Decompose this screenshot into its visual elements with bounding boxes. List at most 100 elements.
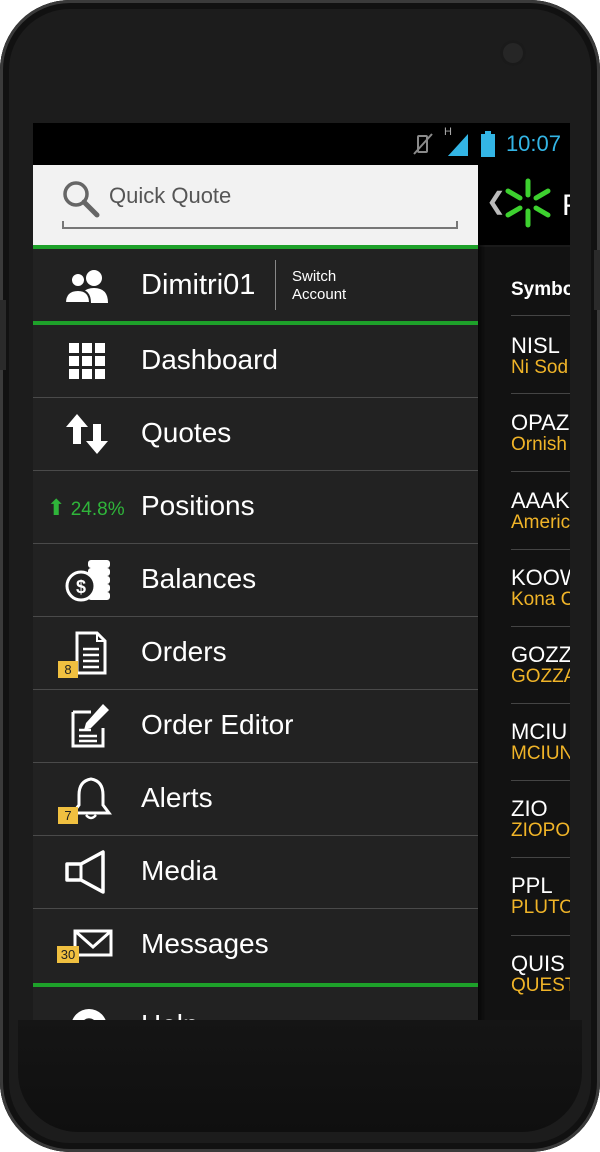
menu-item-media[interactable]: Media: [33, 836, 478, 909]
app-logo-icon: [505, 178, 551, 228]
menu-label: Quotes: [141, 417, 232, 448]
ticker: PPL: [511, 873, 553, 898]
divider: [511, 393, 570, 394]
navigation-drawer: Quick Quote Dimitri01 Switch Account Das…: [33, 165, 478, 1020]
menu-label: Alerts: [141, 782, 213, 813]
menu-label: Media: [141, 855, 218, 886]
divider: [478, 245, 570, 247]
company-name: GOZZA: [511, 666, 570, 687]
menu-item-dashboard[interactable]: Dashboard: [33, 325, 478, 398]
svg-text:?: ?: [82, 1014, 97, 1020]
list-item[interactable]: AAAK Americ: [511, 488, 570, 566]
company-name: Americ: [511, 512, 570, 533]
symbol-column-header: Symbo: [511, 279, 570, 300]
menu-item-orders[interactable]: 8 Orders: [33, 617, 478, 690]
company-name: QUEST: [511, 975, 570, 996]
ticker: AAAK: [511, 488, 570, 513]
list-item[interactable]: OPAZ Ornish: [511, 410, 570, 488]
menu-label: Orders: [141, 636, 227, 667]
menu-item-positions[interactable]: ⬆ 24.8% Positions: [33, 471, 478, 544]
divider: [511, 471, 570, 472]
menu-label: Positions: [141, 490, 255, 521]
company-name: ZIOPO: [511, 820, 570, 841]
menu-label: Order Editor: [141, 709, 294, 740]
divider: [511, 549, 570, 550]
company-name: Ornish: [511, 434, 567, 455]
messages-badge: 30: [57, 946, 79, 963]
divider: [511, 703, 570, 704]
ticker: QUIS: [511, 951, 565, 976]
menu-item-help[interactable]: ? Help: [33, 987, 478, 1020]
company-name: PLUTO: [511, 897, 570, 918]
list-item[interactable]: KOOW Kona C: [511, 565, 570, 643]
phone-frame: H 10:07 ❮ Symbo NISL Ni Sod OPAZ Ornish …: [0, 0, 600, 1152]
users-icon: [64, 270, 108, 303]
coins-icon: $: [65, 560, 110, 602]
ticker: OPAZ: [511, 410, 570, 435]
list-item[interactable]: GOZZ GOZZA: [511, 642, 570, 720]
account-label: Account: [292, 286, 347, 303]
search-input[interactable]: Quick Quote: [109, 183, 231, 209]
menu-label: Balances: [141, 563, 257, 594]
drawer-shadow: [478, 165, 486, 1020]
ticker: ZIO: [511, 796, 548, 821]
quick-quote-search[interactable]: Quick Quote: [33, 165, 478, 245]
account-row[interactable]: Dimitri01 Switch Account: [33, 249, 478, 321]
list-item[interactable]: PPL PLUTO: [511, 873, 570, 951]
divider: [511, 315, 570, 316]
menu-item-alerts[interactable]: 7 Alerts: [33, 763, 478, 836]
list-item[interactable]: MCIU MCIUN: [511, 719, 570, 797]
alerts-badge: 7: [58, 807, 78, 824]
search-underline: [62, 221, 458, 229]
front-camera: [500, 40, 526, 66]
up-arrow-icon: ⬆: [47, 495, 66, 520]
status-bar: H 10:07: [33, 123, 570, 165]
divider: [511, 857, 570, 858]
divider: [275, 260, 276, 310]
search-icon: [63, 181, 100, 218]
divider: [511, 626, 570, 627]
divider: [511, 935, 570, 936]
drawer-menu: Dashboard Quotes ⬆ 24.8% Positions $ Bal…: [33, 325, 478, 981]
ticker: GOZZ: [511, 642, 570, 667]
ticker: MCIU: [511, 719, 568, 744]
ticker: NISL: [511, 333, 560, 358]
menu-label: Messages: [141, 928, 269, 959]
menu-label: Dashboard: [141, 344, 278, 375]
ticker: KOOW: [511, 565, 570, 590]
switch-label: Switch: [292, 268, 337, 285]
help-icon: ?: [72, 1009, 106, 1020]
account-username: Dimitri01: [141, 269, 256, 301]
grid-icon: [69, 343, 105, 379]
edit-document-icon: [71, 704, 109, 748]
positions-change-indicator: ⬆ 24.8%: [47, 495, 125, 521]
volume-button: [0, 300, 6, 370]
menu-item-messages[interactable]: 30 Messages: [33, 909, 478, 981]
divider: [511, 780, 570, 781]
company-name: Ni Sod: [511, 357, 569, 378]
background-title: F: [562, 189, 570, 223]
clock: 10:07: [505, 131, 561, 156]
list-item[interactable]: NISL Ni Sod: [511, 333, 570, 411]
vibrate-mute-icon: [413, 133, 433, 155]
switch-account-button[interactable]: Switch Account: [292, 268, 346, 304]
list-item[interactable]: ZIO ZIOPO: [511, 796, 570, 874]
menu-item-order-editor[interactable]: Order Editor: [33, 690, 478, 763]
list-item[interactable]: QUIS QUEST: [511, 951, 570, 1020]
power-button: [594, 250, 600, 310]
svg-text:$: $: [76, 577, 86, 597]
company-name: Kona C: [511, 589, 570, 610]
signal-icon: H: [444, 126, 470, 158]
phone-chin: [18, 1020, 582, 1132]
orders-badge: 8: [58, 661, 78, 678]
company-name: MCIUN: [511, 743, 570, 764]
menu-item-quotes[interactable]: Quotes: [33, 398, 478, 471]
menu-label: Help: [141, 1009, 199, 1020]
positions-change-value: 24.8%: [70, 499, 125, 520]
background-watchlist-panel: ❮ F Symbo NISL Ni Sod: [478, 165, 570, 1020]
up-down-arrows-icon: [66, 414, 108, 454]
battery-icon: [480, 131, 495, 157]
screen: H 10:07 ❮ Symbo NISL Ni Sod OPAZ Ornish …: [33, 123, 570, 1020]
menu-item-balances[interactable]: $ Balances: [33, 544, 478, 617]
speaker-icon: [65, 850, 105, 894]
